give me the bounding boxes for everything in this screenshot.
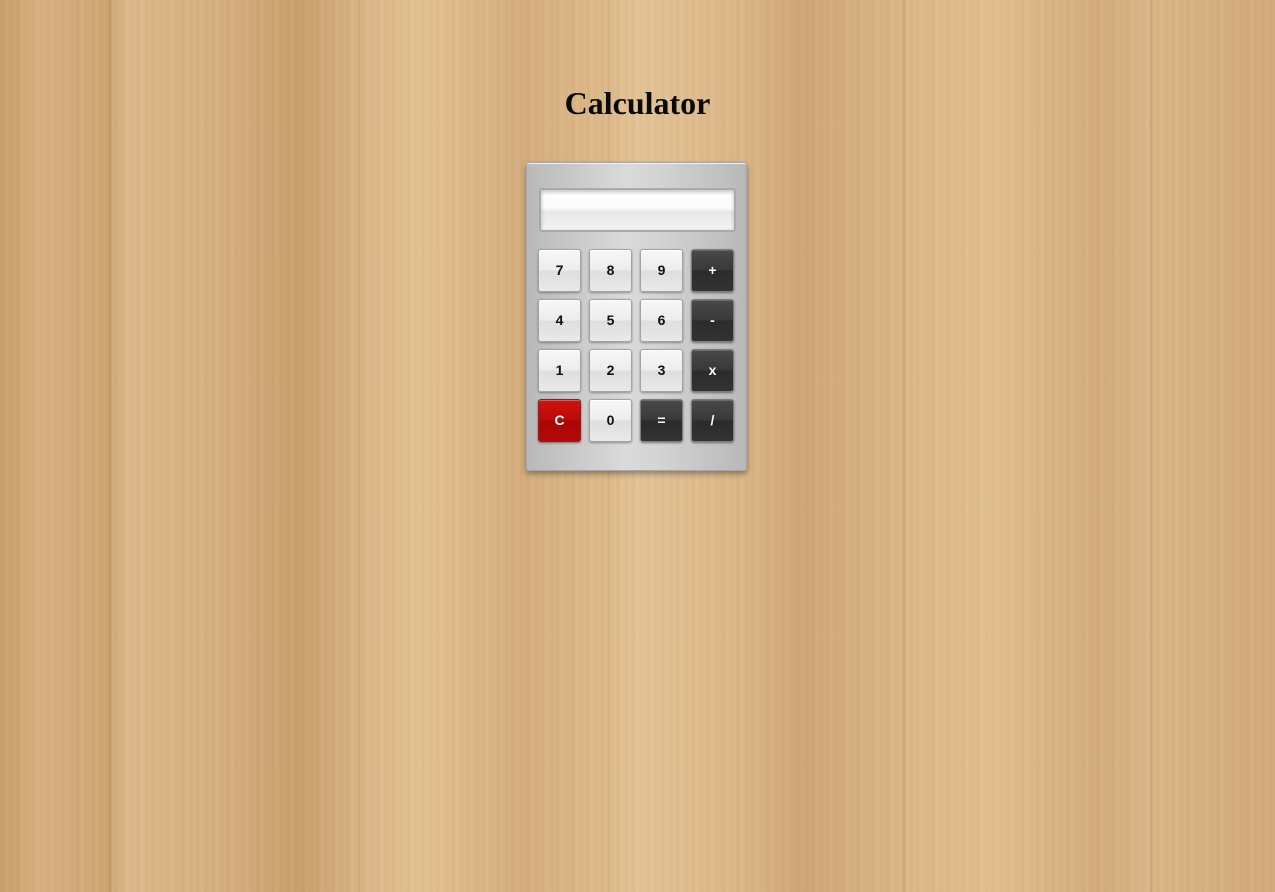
key-divide[interactable]: / <box>691 399 734 442</box>
key-1[interactable]: 1 <box>538 349 581 392</box>
key-add[interactable]: + <box>691 249 734 292</box>
key-7[interactable]: 7 <box>538 249 581 292</box>
page: { "page": { "title": "Calculator" }, "ca… <box>0 0 1275 892</box>
calculator: 7 8 9 + 4 5 6 - 1 2 3 x C 0 = / <box>526 162 747 471</box>
key-multiply[interactable]: x <box>691 349 734 392</box>
key-0[interactable]: 0 <box>589 399 632 442</box>
key-3[interactable]: 3 <box>640 349 683 392</box>
key-9[interactable]: 9 <box>640 249 683 292</box>
key-6[interactable]: 6 <box>640 299 683 342</box>
key-5[interactable]: 5 <box>589 299 632 342</box>
key-4[interactable]: 4 <box>538 299 581 342</box>
calculator-display[interactable] <box>539 188 736 232</box>
key-equals[interactable]: = <box>640 399 683 442</box>
page-title: Calculator <box>564 85 711 121</box>
key-8[interactable]: 8 <box>589 249 632 292</box>
key-clear[interactable]: C <box>538 399 581 442</box>
key-2[interactable]: 2 <box>589 349 632 392</box>
key-subtract[interactable]: - <box>691 299 734 342</box>
